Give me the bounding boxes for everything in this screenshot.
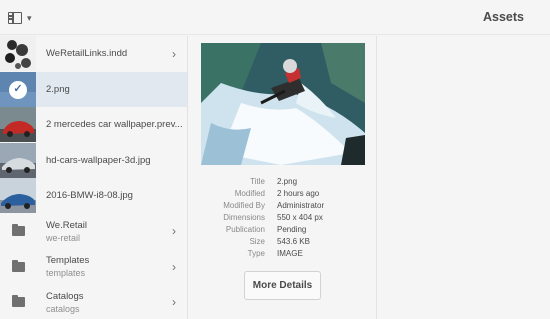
metadata-row: Modified By Administrator	[189, 201, 377, 213]
empty-column	[378, 36, 550, 319]
list-item-bmw-i8[interactable]: 2016-BMW-i8-08.jpg	[0, 178, 187, 214]
list-item-label: hd-cars-wallpaper-3d.jpg	[46, 154, 151, 166]
metadata-row: Size 543.6 KB	[189, 237, 377, 249]
asset-details-column: Title 2.png Modified 2 hours ago Modifie…	[189, 36, 377, 319]
metadata-key: Size	[249, 237, 265, 246]
list-item-label: 2.png	[46, 83, 70, 95]
metadata-row: Publication Pending	[189, 225, 377, 237]
asset-thumbnail: ✓	[0, 71, 36, 107]
metadata-value: Pending	[277, 225, 307, 234]
list-item-hd-cars-wallpaper[interactable]: hd-cars-wallpaper-3d.jpg	[0, 142, 187, 179]
metadata-value: 2 hours ago	[277, 189, 320, 198]
list-item-label: Templates	[46, 255, 90, 267]
metadata-row: Dimensions 550 x 404 px	[189, 213, 377, 225]
list-item-2-png[interactable]: ✓ 2.png	[0, 71, 187, 107]
metadata-row: Modified 2 hours ago	[189, 189, 377, 201]
list-item-mercedes-wallpaper[interactable]: 2 mercedes car wallpaper.prev...	[0, 107, 187, 143]
checkmark-icon: ✓	[9, 80, 27, 99]
metadata-value: Administrator	[277, 201, 325, 210]
list-item-sublabel: templates	[46, 268, 86, 279]
metadata-value: 550 x 404 px	[277, 213, 323, 222]
asset-thumbnail	[0, 178, 36, 214]
list-item-folder-we-retail[interactable]: We.Retail we-retail ›	[0, 214, 187, 250]
chevron-right-icon[interactable]: ›	[172, 260, 176, 274]
metadata-value: IMAGE	[277, 249, 303, 258]
folder-icon	[0, 249, 36, 284]
list-item-werRetaillinks[interactable]: WeRetailLinks.indd ›	[0, 36, 187, 72]
list-item-sublabel: we-retail	[46, 232, 81, 243]
chevron-right-icon[interactable]: ›	[172, 47, 176, 61]
chevron-right-icon[interactable]: ›	[172, 224, 176, 238]
column-view-primary: WeRetailLinks.indd › ✓ 2.png 2 mercedes …	[0, 36, 188, 319]
metadata-value: 2.png	[277, 177, 298, 186]
list-item-label: 2016-BMW-i8-08.jpg	[46, 190, 133, 202]
list-item-folder-templates[interactable]: Templates templates ›	[0, 249, 187, 285]
more-details-button[interactable]: More Details	[244, 271, 321, 300]
metadata-key: Title	[250, 177, 265, 186]
side-panel-icon	[8, 12, 22, 24]
page-title: Assets	[483, 10, 524, 24]
rail-toggle-button[interactable]: ▾	[8, 8, 44, 28]
asset-thumbnail	[0, 36, 36, 72]
metadata-row: Title 2.png	[189, 177, 377, 189]
asset-thumbnail	[0, 142, 36, 178]
metadata-row: Type IMAGE	[189, 249, 377, 261]
metadata-value: 543.6 KB	[277, 237, 310, 246]
asset-preview-image	[201, 43, 365, 165]
chevron-right-icon[interactable]: ›	[172, 295, 176, 309]
list-item-sublabel: catalogs	[46, 303, 80, 314]
metadata-key: Publication	[225, 225, 265, 234]
list-item-label: WeRetailLinks.indd	[46, 48, 128, 60]
metadata-key: Type	[247, 249, 265, 258]
folder-icon	[0, 214, 36, 249]
asset-thumbnail	[0, 107, 36, 143]
metadata-list: Title 2.png Modified 2 hours ago Modifie…	[189, 177, 377, 261]
list-item-label: We.Retail	[46, 219, 88, 231]
metadata-key: Modified	[234, 189, 265, 198]
folder-icon	[0, 285, 36, 319]
list-item-label: Catalogs	[46, 290, 84, 302]
metadata-key: Modified By	[223, 201, 265, 210]
top-bar: ▾ Assets	[0, 0, 550, 35]
list-item-folder-catalogs[interactable]: Catalogs catalogs ›	[0, 285, 187, 319]
list-item-label: 2 mercedes car wallpaper.prev...	[46, 119, 183, 131]
chevron-down-icon: ▾	[27, 12, 32, 23]
metadata-key: Dimensions	[223, 213, 265, 222]
